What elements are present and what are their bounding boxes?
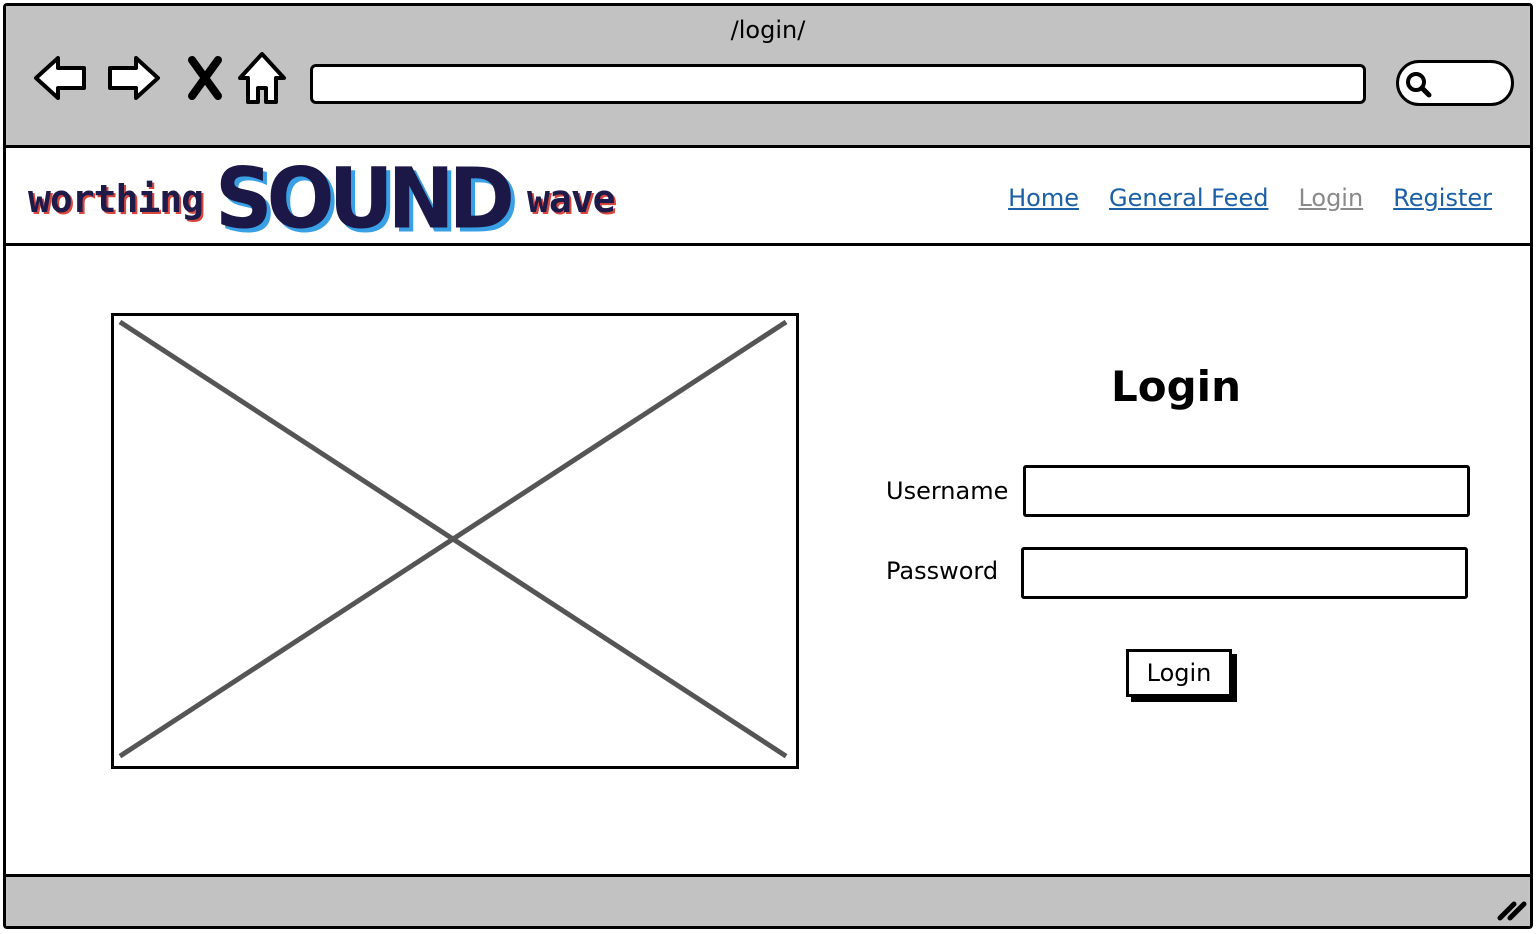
site-logo[interactable]: worthing SOUND wave bbox=[28, 149, 616, 248]
login-submit-button[interactable]: Login bbox=[1126, 649, 1232, 697]
password-input[interactable] bbox=[1021, 547, 1468, 599]
nav-link-register[interactable]: Register bbox=[1393, 184, 1492, 212]
username-label: Username bbox=[886, 477, 1009, 505]
login-heading: Login bbox=[1111, 362, 1241, 411]
forward-icon[interactable] bbox=[104, 46, 164, 110]
image-placeholder bbox=[111, 313, 799, 769]
browser-toolbar: /login/ bbox=[6, 6, 1530, 148]
main-nav: Home General Feed Login Register bbox=[1008, 184, 1492, 212]
close-icon[interactable] bbox=[182, 46, 228, 110]
nav-link-login[interactable]: Login bbox=[1298, 184, 1363, 212]
search-icon bbox=[1406, 72, 1432, 98]
logo-text-sound: SOUND bbox=[215, 149, 515, 248]
nav-link-general-feed[interactable]: General Feed bbox=[1109, 184, 1268, 212]
logo-text-wave: wave bbox=[526, 177, 616, 221]
image-placeholder-icon bbox=[118, 319, 788, 759]
site-header: worthing SOUND wave Home General Feed Lo… bbox=[6, 148, 1530, 246]
nav-link-home[interactable]: Home bbox=[1008, 184, 1079, 212]
browser-status-bar bbox=[6, 874, 1530, 926]
address-bar[interactable] bbox=[310, 64, 1366, 104]
browser-search-field[interactable] bbox=[1396, 60, 1514, 106]
back-icon[interactable] bbox=[30, 46, 90, 110]
resize-grip-icon[interactable] bbox=[1492, 892, 1528, 922]
home-icon[interactable] bbox=[234, 46, 290, 110]
logo-text-worthing: worthing bbox=[28, 177, 204, 221]
browser-window: /login/ worthing SOUND wave Home General… bbox=[3, 3, 1533, 929]
window-title: /login/ bbox=[730, 16, 806, 44]
username-input[interactable] bbox=[1023, 465, 1470, 517]
password-label: Password bbox=[886, 557, 999, 585]
